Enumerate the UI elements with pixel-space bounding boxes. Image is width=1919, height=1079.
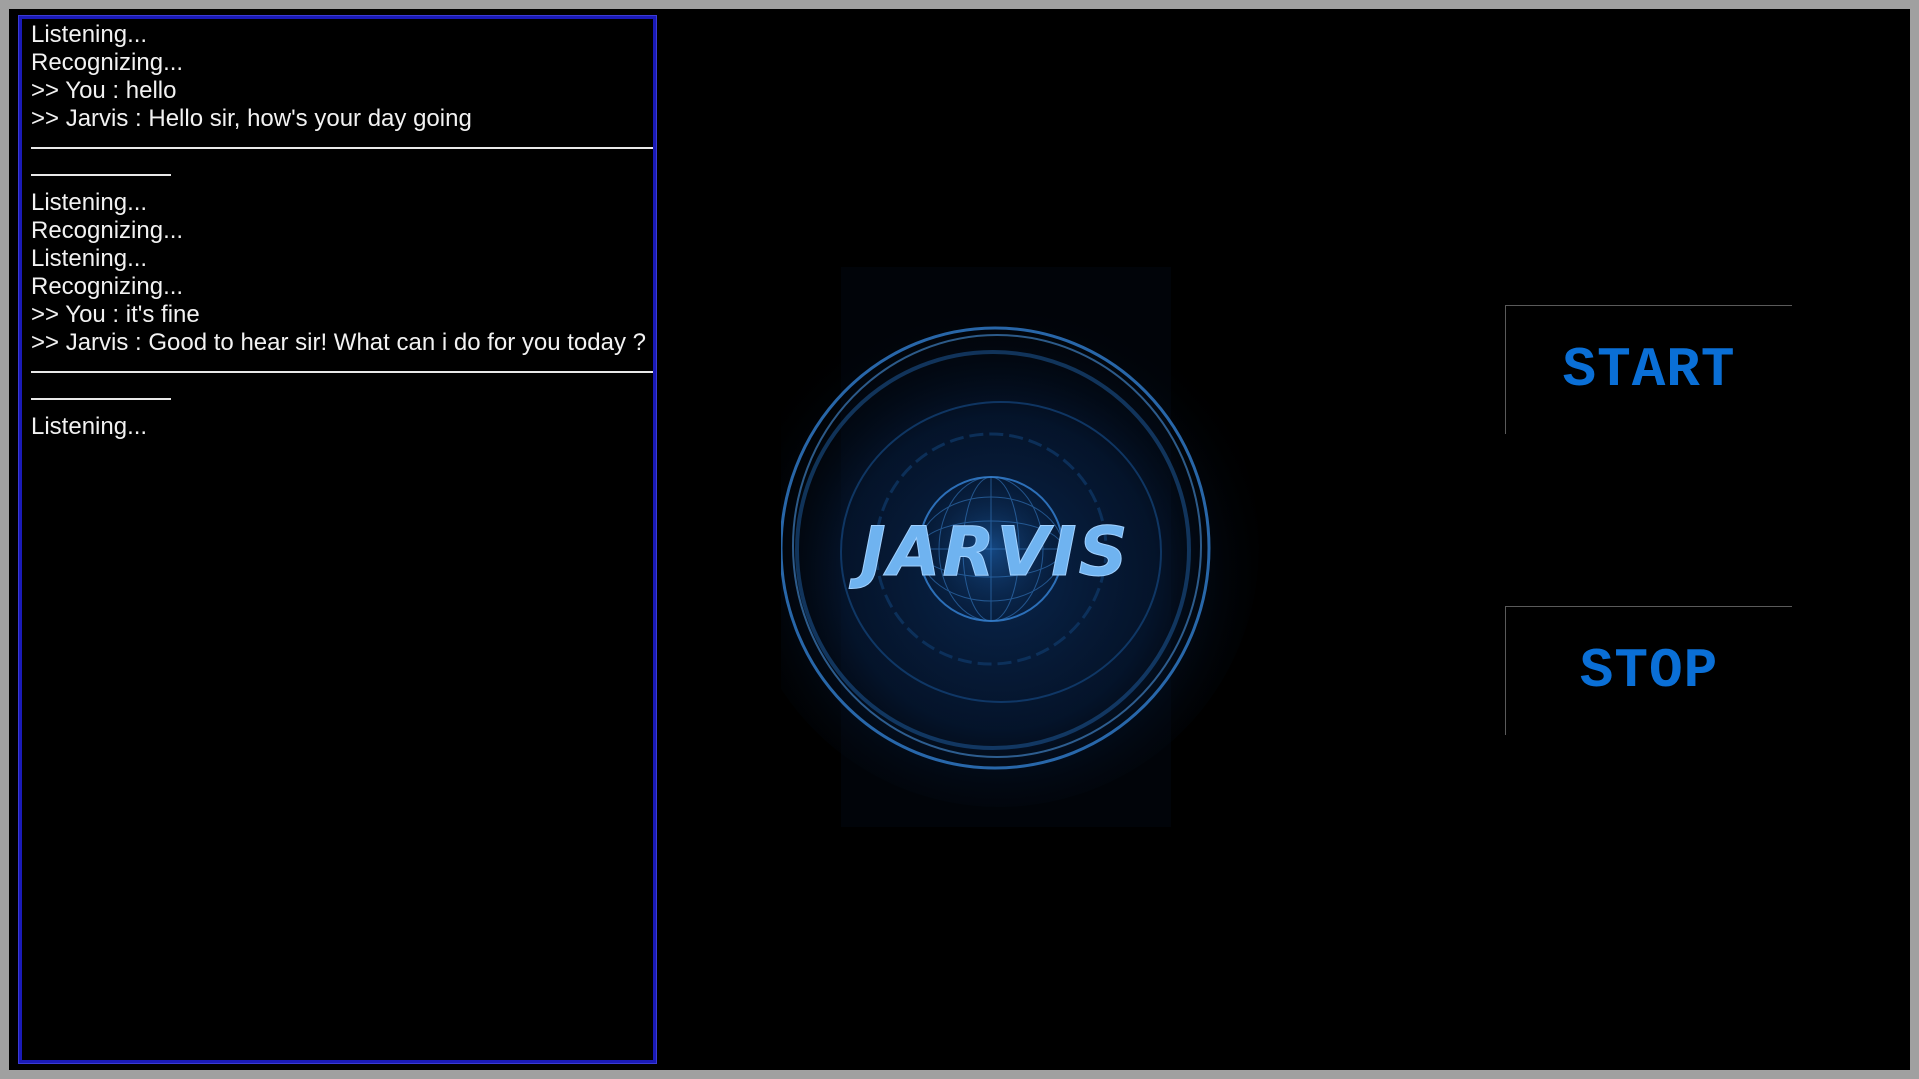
- log-block: Listening... Recognizing... Listening...…: [22, 189, 653, 357]
- log-block: Listening... Recognizing... >> You : hel…: [22, 21, 653, 133]
- jarvis-logo: JARVIS: [781, 257, 1281, 857]
- jarvis-orb-logo-icon: JARVIS: [781, 267, 1259, 827]
- log-separator: [22, 133, 653, 189]
- log-block: Listening...: [22, 413, 653, 441]
- conversation-log[interactable]: Listening... Recognizing... >> You : hel…: [18, 15, 657, 1064]
- log-line: >> You : it's fine: [31, 301, 200, 328]
- log-line: Recognizing...: [31, 273, 184, 300]
- log-line: Listening...: [31, 245, 148, 272]
- jarvis-logo-text: JARVIS: [848, 513, 1129, 592]
- log-line: Recognizing...: [31, 217, 184, 244]
- separator-rule: [31, 147, 653, 149]
- app-window: Listening... Recognizing... >> You : hel…: [0, 0, 1919, 1079]
- log-line: >> You : hello: [31, 77, 177, 104]
- log-line: Recognizing...: [31, 49, 184, 76]
- separator-rule: [31, 371, 653, 373]
- log-line: Listening...: [31, 21, 148, 48]
- log-line: Listening...: [31, 413, 148, 440]
- log-separator: [22, 357, 653, 413]
- log-line: >> Jarvis : Good to hear sir! What can i…: [31, 329, 646, 356]
- stop-button-label: STOP: [1579, 639, 1719, 703]
- start-button[interactable]: START: [1505, 305, 1792, 434]
- log-line: Listening...: [31, 189, 148, 216]
- separator-rule: [31, 398, 171, 400]
- stop-button[interactable]: STOP: [1505, 606, 1792, 735]
- start-button-label: START: [1562, 338, 1736, 402]
- separator-rule: [31, 174, 171, 176]
- log-line: >> Jarvis : Hello sir, how's your day go…: [31, 105, 472, 132]
